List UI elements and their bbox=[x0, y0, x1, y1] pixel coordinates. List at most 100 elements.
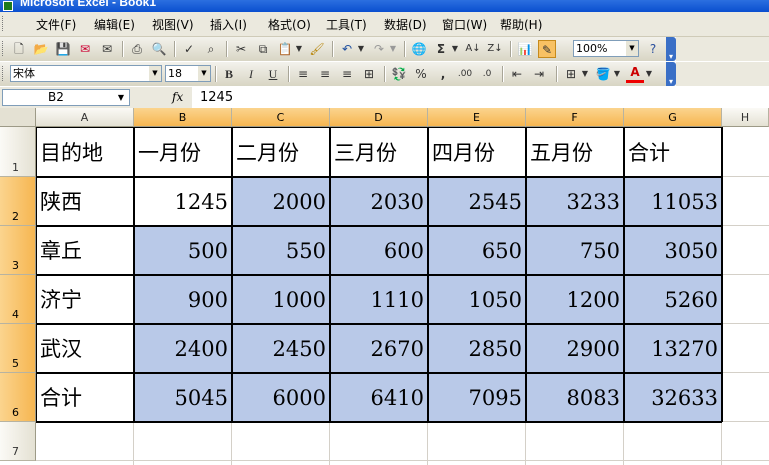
cut-icon[interactable]: ✂ bbox=[232, 40, 250, 58]
menu-help[interactable]: 帮助(H) bbox=[500, 16, 542, 33]
cell-e4[interactable]: 1050 bbox=[428, 275, 526, 324]
borders-dropdown-icon[interactable]: ▼ bbox=[580, 65, 590, 83]
row-header-3[interactable]: 3 bbox=[0, 226, 36, 275]
cell-d6[interactable]: 6410 bbox=[330, 373, 428, 422]
underline-icon[interactable]: U bbox=[264, 65, 282, 83]
column-header-a[interactable]: A bbox=[36, 108, 134, 127]
open-icon[interactable]: 📂 bbox=[32, 40, 50, 58]
select-all-corner[interactable] bbox=[0, 108, 36, 127]
menu-window[interactable]: 窗口(W) bbox=[442, 16, 487, 33]
chevron-down-icon[interactable]: ▼ bbox=[149, 66, 161, 81]
menu-data[interactable]: 数据(D) bbox=[384, 16, 427, 33]
cell-e5[interactable]: 2850 bbox=[428, 324, 526, 373]
chart-wizard-icon[interactable]: 📊 bbox=[516, 40, 534, 58]
menu-tools[interactable]: 工具(T) bbox=[326, 16, 367, 33]
menu-file[interactable]: 文件(F) bbox=[36, 16, 76, 33]
cell-g5[interactable]: 13270 bbox=[624, 324, 722, 373]
fill-color-dropdown-icon[interactable]: ▼ bbox=[612, 65, 622, 83]
cell-c6[interactable]: 6000 bbox=[232, 373, 330, 422]
cell-d4[interactable]: 1110 bbox=[330, 275, 428, 324]
new-icon[interactable]: 🗋 bbox=[10, 40, 28, 58]
row-header-1[interactable]: 1 bbox=[0, 127, 36, 177]
copy-icon[interactable]: ⧉ bbox=[254, 40, 272, 58]
align-center-icon[interactable]: ≡ bbox=[316, 65, 334, 83]
permission-icon[interactable]: ✉ bbox=[76, 40, 94, 58]
column-header-g[interactable]: G bbox=[624, 108, 722, 127]
row-header-4[interactable]: 4 bbox=[0, 275, 36, 324]
print-icon[interactable]: ⎙ bbox=[128, 40, 146, 58]
cell-f4[interactable]: 1200 bbox=[526, 275, 624, 324]
email-icon[interactable]: ✉ bbox=[98, 40, 116, 58]
cell-a2[interactable]: 陕西 bbox=[36, 177, 134, 226]
increase-indent-icon[interactable]: ⇥ bbox=[530, 65, 548, 83]
drawing-icon[interactable]: ✎ bbox=[538, 40, 556, 58]
cell-g1[interactable]: 合计 bbox=[624, 127, 722, 177]
cell-f5[interactable]: 2900 bbox=[526, 324, 624, 373]
menu-view[interactable]: 视图(V) bbox=[152, 16, 194, 33]
chevron-down-icon[interactable]: ▼ bbox=[626, 41, 638, 56]
cell-b1[interactable]: 一月份 bbox=[134, 127, 232, 177]
cell-a1[interactable]: 目的地 bbox=[36, 127, 134, 177]
cell-f3[interactable]: 750 bbox=[526, 226, 624, 275]
row-header-2[interactable]: 2 bbox=[0, 177, 36, 226]
cell-c2[interactable]: 2000 bbox=[232, 177, 330, 226]
cell-d2[interactable]: 2030 bbox=[330, 177, 428, 226]
cell-a4[interactable]: 济宁 bbox=[36, 275, 134, 324]
merge-center-icon[interactable]: ⊞ bbox=[360, 65, 378, 83]
percent-icon[interactable]: % bbox=[412, 65, 430, 83]
column-header-h[interactable]: H bbox=[722, 108, 769, 127]
cell-d1[interactable]: 三月份 bbox=[330, 127, 428, 177]
font-color-icon[interactable]: A bbox=[626, 65, 644, 83]
zoom-combo[interactable]: 100% ▼ bbox=[573, 40, 639, 57]
column-header-b[interactable]: B bbox=[134, 108, 232, 127]
decrease-decimal-icon[interactable]: .0 bbox=[478, 65, 496, 83]
cell-g4[interactable]: 5260 bbox=[624, 275, 722, 324]
menu-edit[interactable]: 编辑(E) bbox=[94, 16, 135, 33]
comma-style-icon[interactable]: , bbox=[434, 65, 452, 83]
undo-icon[interactable]: ↶ bbox=[338, 40, 356, 58]
row-header-5[interactable]: 5 bbox=[0, 324, 36, 373]
menu-insert[interactable]: 插入(I) bbox=[210, 16, 247, 33]
cell-e1[interactable]: 四月份 bbox=[428, 127, 526, 177]
help-icon[interactable]: ? bbox=[644, 40, 662, 58]
cell-g6[interactable]: 32633 bbox=[624, 373, 722, 422]
currency-icon[interactable]: 💱 bbox=[390, 65, 408, 83]
name-box[interactable]: B2 ▼ bbox=[2, 89, 130, 106]
cell-b3[interactable]: 500 bbox=[134, 226, 232, 275]
undo-dropdown-icon[interactable]: ▼ bbox=[356, 40, 366, 58]
cell-c5[interactable]: 2450 bbox=[232, 324, 330, 373]
cell-b6[interactable]: 5045 bbox=[134, 373, 232, 422]
toolbar-options-icon[interactable]: ▾ bbox=[666, 37, 676, 61]
cell-b2[interactable]: 1245 bbox=[134, 177, 232, 226]
fill-color-icon[interactable]: 🪣 bbox=[594, 65, 612, 83]
column-header-c[interactable]: C bbox=[232, 108, 330, 127]
redo-dropdown-icon[interactable]: ▼ bbox=[388, 40, 398, 58]
cell-d5[interactable]: 2670 bbox=[330, 324, 428, 373]
autosum-icon[interactable]: Σ bbox=[432, 40, 450, 58]
row-header-7[interactable]: 7 bbox=[0, 422, 36, 461]
column-header-e[interactable]: E bbox=[428, 108, 526, 127]
spelling-icon[interactable]: ✓ bbox=[180, 40, 198, 58]
cell-f2[interactable]: 3233 bbox=[526, 177, 624, 226]
hyperlink-icon[interactable]: 🌐 bbox=[410, 40, 428, 58]
insert-function-icon[interactable]: fx bbox=[172, 90, 183, 104]
cell-e2[interactable]: 2545 bbox=[428, 177, 526, 226]
chevron-down-icon[interactable]: ▼ bbox=[198, 66, 210, 81]
column-header-f[interactable]: F bbox=[526, 108, 624, 127]
print-preview-icon[interactable]: 🔍 bbox=[150, 40, 168, 58]
italic-icon[interactable]: I bbox=[242, 65, 260, 83]
cell-f1[interactable]: 五月份 bbox=[526, 127, 624, 177]
cell-d3[interactable]: 600 bbox=[330, 226, 428, 275]
sort-descending-icon[interactable]: Z↓ bbox=[486, 40, 504, 58]
cell-c1[interactable]: 二月份 bbox=[232, 127, 330, 177]
cell-b4[interactable]: 900 bbox=[134, 275, 232, 324]
cell-b5[interactable]: 2400 bbox=[134, 324, 232, 373]
autosum-dropdown-icon[interactable]: ▼ bbox=[450, 40, 460, 58]
font-color-dropdown-icon[interactable]: ▼ bbox=[644, 65, 654, 83]
redo-icon[interactable]: ↷ bbox=[370, 40, 388, 58]
decrease-indent-icon[interactable]: ⇤ bbox=[508, 65, 526, 83]
sort-ascending-icon[interactable]: A↓ bbox=[464, 40, 482, 58]
toolbar-options-icon[interactable]: ▾ bbox=[666, 62, 676, 86]
column-header-d[interactable]: D bbox=[330, 108, 428, 127]
cell-c3[interactable]: 550 bbox=[232, 226, 330, 275]
